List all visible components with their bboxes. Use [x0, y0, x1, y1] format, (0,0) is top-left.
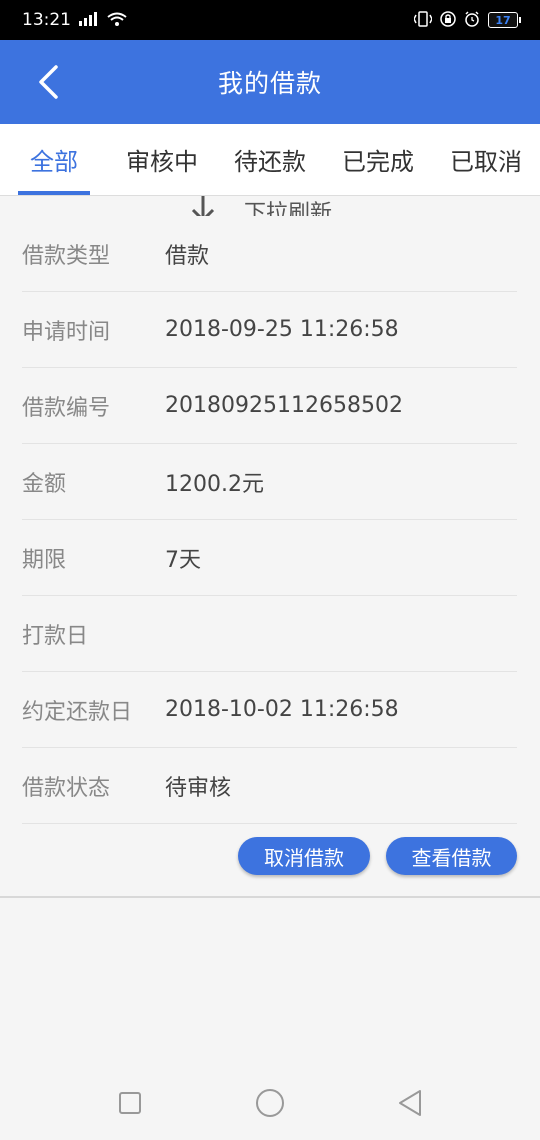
system-nav-bar: [0, 1066, 540, 1140]
pull-to-refresh: 下拉刷新: [0, 196, 540, 216]
recent-apps-button[interactable]: [115, 1088, 145, 1118]
row-label: 借款状态: [22, 775, 111, 801]
view-loan-button[interactable]: 查看借款: [386, 837, 517, 875]
signal-icon: [79, 11, 99, 29]
row-value: 2018-10-02 11:26:58: [165, 697, 399, 722]
tab-pending-repayment[interactable]: 待还款: [216, 124, 324, 195]
row-value: 待审核: [165, 775, 232, 801]
row-payout-date: 打款日: [22, 596, 517, 672]
row-term: 期限 7天: [22, 520, 517, 596]
circle-icon: [256, 1089, 284, 1117]
back-arrow-icon: [39, 65, 58, 99]
row-label: 金额: [22, 471, 67, 497]
app-bar: 我的借款: [0, 40, 540, 124]
row-due-date: 约定还款日 2018-10-02 11:26:58: [22, 672, 517, 748]
row-label: 申请时间: [22, 319, 111, 345]
row-label: 约定还款日: [22, 699, 133, 725]
cancel-loan-button[interactable]: 取消借款: [238, 837, 370, 875]
row-loan-status: 借款状态 待审核: [22, 748, 517, 824]
status-left: 13:21: [22, 10, 127, 30]
square-icon: [119, 1092, 141, 1114]
row-amount: 金额 1200.2元: [22, 444, 517, 520]
wifi-icon: [107, 12, 127, 29]
tab-under-review[interactable]: 审核中: [108, 124, 216, 195]
back-nav-button[interactable]: [395, 1088, 425, 1118]
row-value: 7天: [165, 547, 201, 573]
tab-completed[interactable]: 已完成: [324, 124, 432, 195]
back-button[interactable]: [28, 62, 68, 102]
row-label: 借款编号: [22, 395, 111, 421]
loan-list[interactable]: 下拉刷新 借款类型 借款 申请时间 2018-09-25 11:26:58 借款…: [0, 196, 540, 1066]
row-label: 期限: [22, 547, 67, 573]
tab-bar: 全部 审核中 待还款 已完成 已取消: [0, 124, 540, 196]
loan-card: 借款类型 借款 申请时间 2018-09-25 11:26:58 借款编号 20…: [0, 216, 540, 898]
battery-icon: 17: [488, 12, 521, 28]
row-label: 打款日: [22, 623, 89, 649]
lock-icon: [440, 10, 456, 30]
tab-cancelled[interactable]: 已取消: [432, 124, 540, 195]
row-value: 2018-09-25 11:26:58: [165, 317, 399, 342]
alarm-icon: [464, 10, 480, 30]
home-button[interactable]: [255, 1088, 285, 1118]
row-apply-time: 申请时间 2018-09-25 11:26:58: [22, 292, 517, 368]
page-title: 我的借款: [217, 69, 322, 98]
refresh-text: 下拉刷新: [244, 200, 333, 217]
arrow-down-icon: [190, 196, 216, 216]
row-loan-number: 借款编号 20180925112658502: [22, 368, 517, 444]
tab-all[interactable]: 全部: [0, 124, 108, 195]
row-loan-type: 借款类型 借款: [22, 216, 517, 292]
vibrate-icon: [413, 10, 433, 30]
row-value: 借款: [165, 243, 210, 269]
row-value: 1200.2元: [165, 471, 264, 497]
row-label: 借款类型: [22, 243, 111, 269]
status-right: 17: [413, 10, 521, 30]
status-time: 13:21: [22, 10, 71, 30]
row-value: 20180925112658502: [165, 393, 403, 418]
triangle-back-icon: [399, 1090, 421, 1116]
battery-level: 17: [495, 13, 511, 27]
status-bar: 13:21 17: [0, 0, 540, 40]
